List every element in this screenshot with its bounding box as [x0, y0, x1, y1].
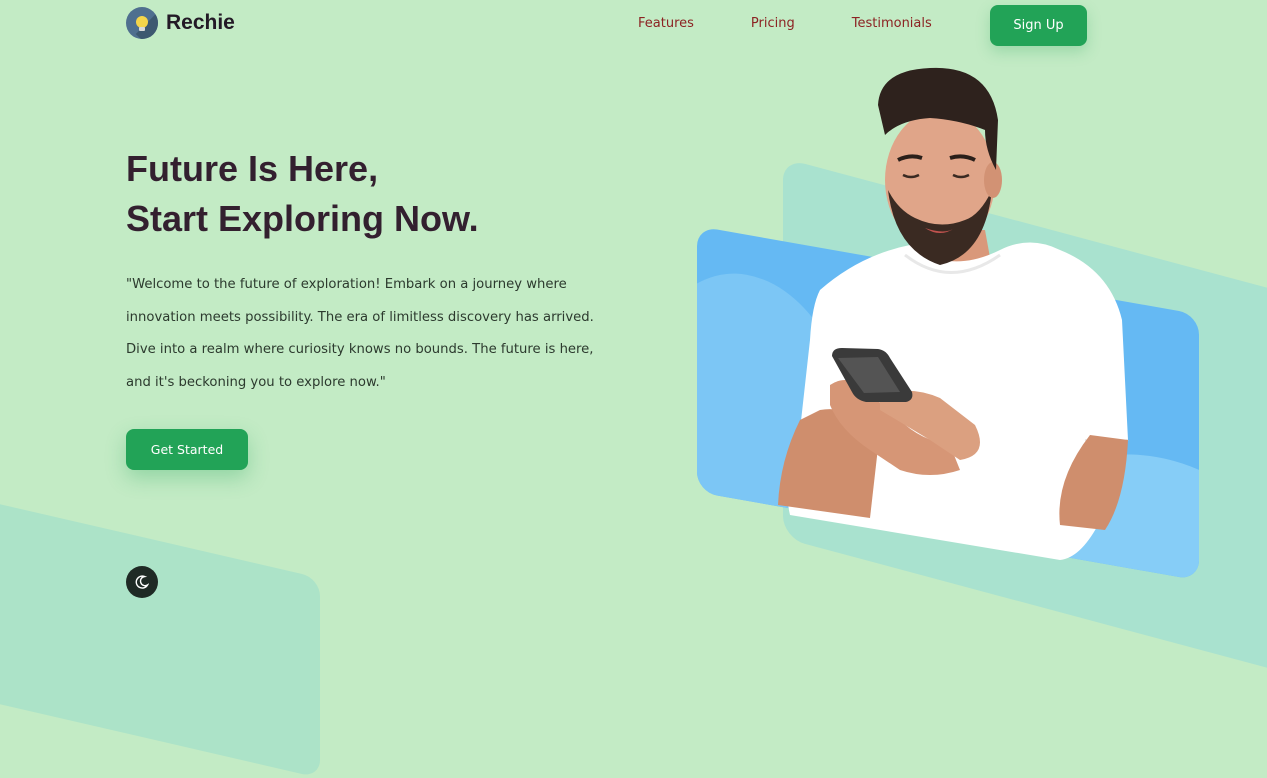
hero-title-line-2: Start Exploring Now.	[126, 198, 479, 239]
nav-link-features[interactable]: Features	[638, 16, 694, 31]
hero-description: "Welcome to the future of exploration! E…	[126, 277, 594, 390]
background-shape-left	[0, 495, 320, 778]
lightbulb-icon	[126, 7, 158, 39]
dark-mode-toggle[interactable]	[126, 566, 158, 598]
brand-name: Rechie	[166, 11, 235, 34]
hero-title-line-1: Future Is Here,	[126, 148, 379, 189]
logo[interactable]: Rechie	[126, 7, 235, 39]
get-started-button[interactable]: Get Started	[126, 429, 248, 470]
main-nav: Features Pricing Testimonials	[638, 16, 989, 31]
nav-link-pricing[interactable]: Pricing	[751, 16, 795, 31]
hero-title: Future Is Here, Start Exploring Now.	[126, 144, 479, 244]
nav-link-testimonials[interactable]: Testimonials	[852, 16, 932, 31]
sign-up-button[interactable]: Sign Up	[990, 5, 1087, 46]
moon-icon	[135, 575, 149, 589]
